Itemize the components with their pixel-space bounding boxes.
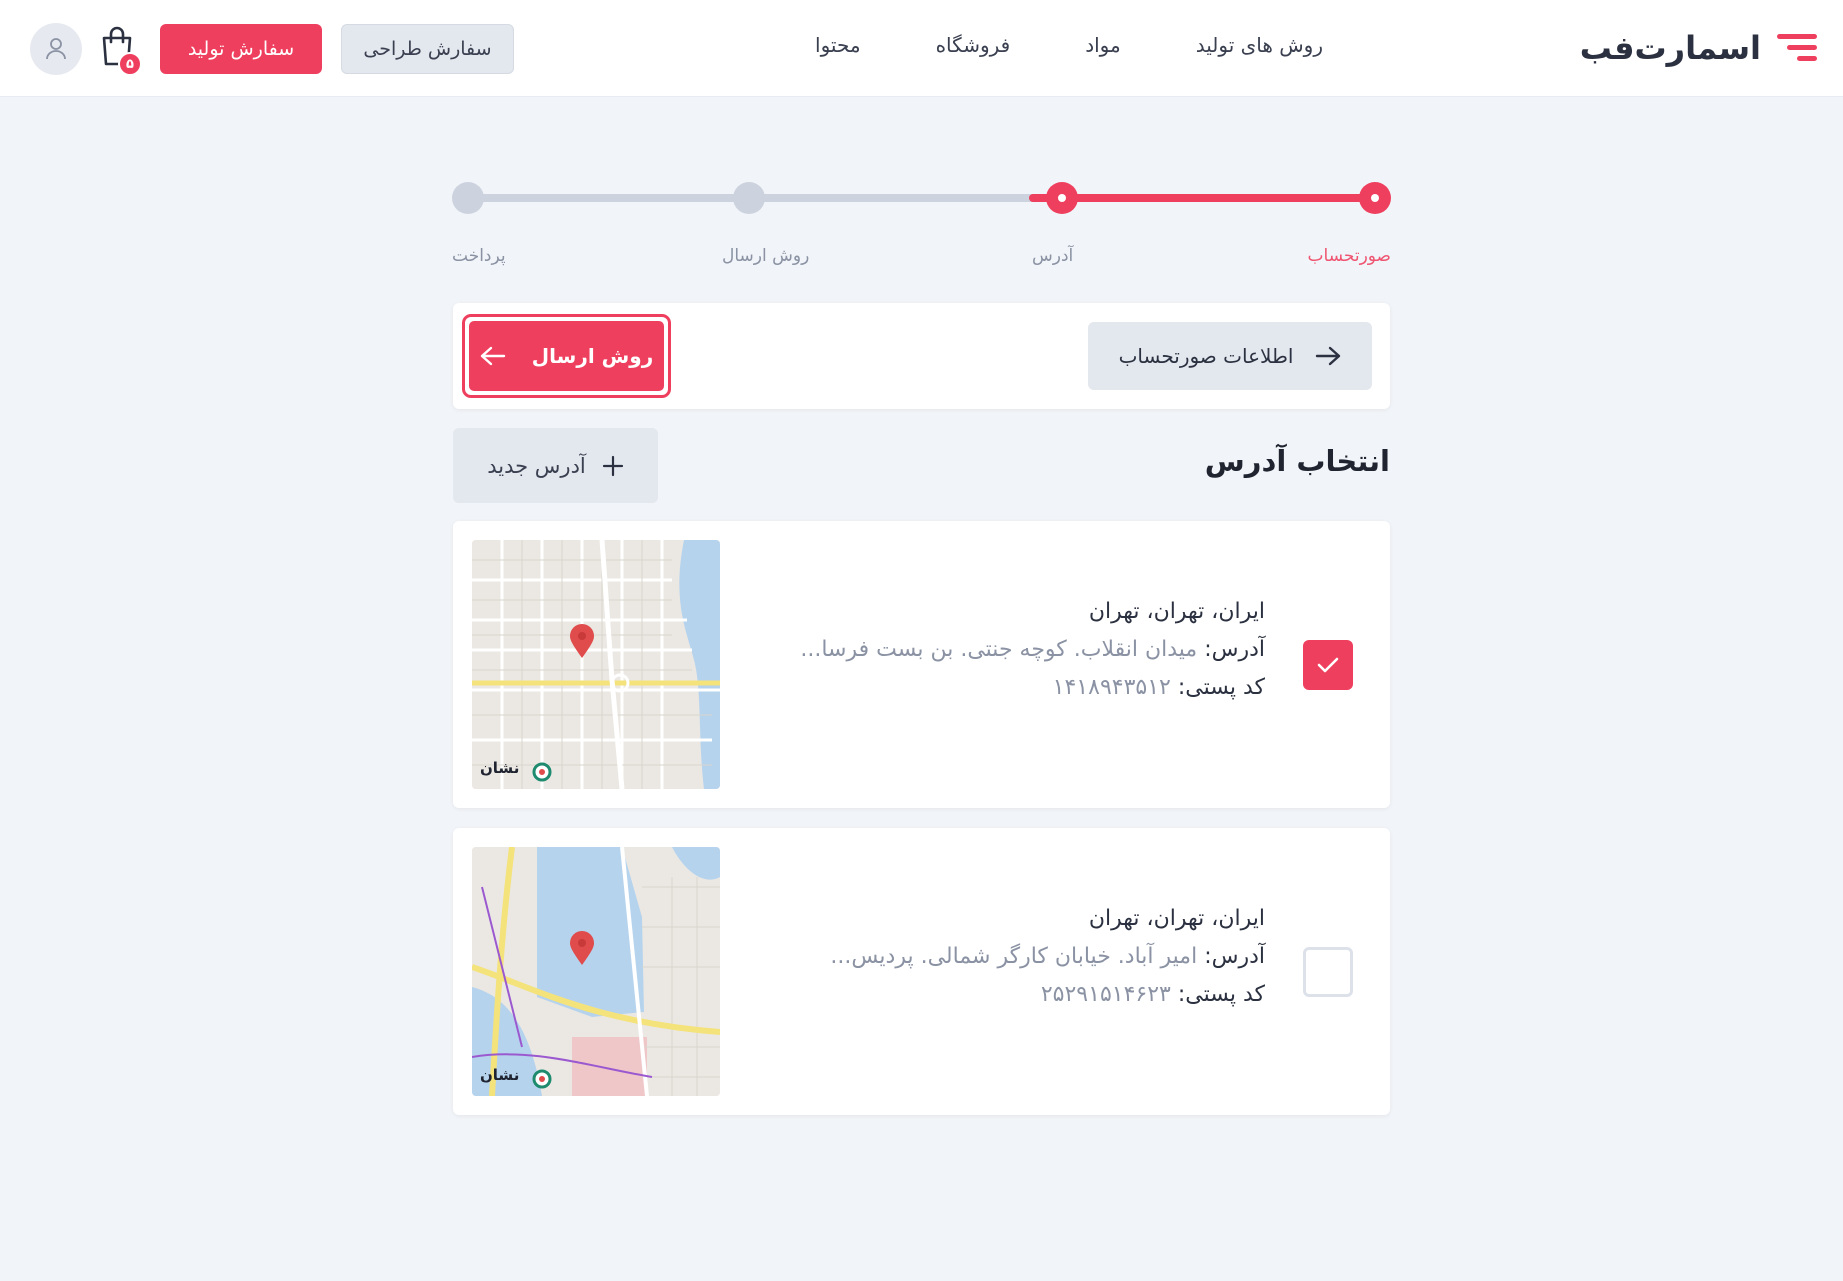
cart-button[interactable]: ۵ (98, 24, 142, 76)
address-details: ایران، تهران، تهران آدرس: میدان انقلاب. … (800, 599, 1265, 713)
map-brand-watermark: نشان (480, 1066, 520, 1084)
address-line: آدرس: امیر آباد. خیابان کارگر شمالی. پرد… (830, 944, 1265, 969)
user-icon (46, 38, 66, 60)
postal-line: کد پستی: ۲۵۲۹۱۵۱۴۶۲۳ (830, 982, 1265, 1007)
postal-label: کد پستی: (1177, 675, 1265, 700)
next-button-label: روش ارسال (531, 344, 654, 368)
map-brand-watermark: نشان (480, 759, 520, 777)
address-value: میدان انقلاب. کوچه جنتی. بن بست فرسا... (800, 637, 1198, 662)
step-label-address: آدرس (1032, 246, 1074, 266)
design-order-button[interactable]: سفارش طراحی (341, 24, 514, 74)
stepper-progress (1029, 194, 1375, 202)
step-navigation-bar: اطلاعات صورتحساب روش ارسال (453, 303, 1390, 409)
address-city: ایران، تهران، تهران (1088, 906, 1265, 931)
back-to-billing-button[interactable]: اطلاعات صورتحساب (1088, 322, 1372, 390)
nav-item-shop[interactable]: فروشگاه (936, 33, 1011, 57)
address-details: ایران، تهران، تهران آدرس: امیر آباد. خیا… (830, 906, 1265, 1020)
next-button-focus-ring: روش ارسال (462, 314, 671, 398)
logo-text: اسمارت‌فب (1579, 29, 1762, 67)
address-select-checkbox[interactable] (1303, 640, 1353, 690)
nav-item-production-methods[interactable]: روش های تولید (1196, 33, 1323, 57)
step-label-shipping: روش ارسال (722, 246, 810, 266)
step-dot-address[interactable] (1046, 182, 1078, 214)
postal-label: کد پستی: (1177, 982, 1265, 1007)
step-label-billing: صورتحساب (1307, 246, 1391, 266)
step-dot-billing[interactable] (1359, 182, 1391, 214)
checkout-stepper: صورتحساب آدرس روش ارسال پرداخت (452, 176, 1391, 276)
address-card[interactable]: ایران، تهران، تهران آدرس: میدان انقلاب. … (453, 521, 1390, 808)
postal-line: کد پستی: ۱۴۱۸۹۴۳۵۱۲ (800, 675, 1265, 700)
add-address-button[interactable]: آدرس جدید (453, 428, 658, 503)
address-map-thumbnail: نشان (472, 540, 720, 789)
arrow-right-icon (1316, 346, 1341, 366)
address-label: آدرس: (1204, 944, 1265, 969)
step-dot-payment[interactable] (452, 182, 484, 214)
cart-count-badge: ۵ (118, 52, 142, 76)
address-label: آدرس: (1204, 637, 1265, 662)
next-shipping-button[interactable]: روش ارسال (469, 321, 664, 391)
address-value: امیر آباد. خیابان کارگر شمالی. پردیس... (830, 944, 1198, 969)
plus-icon (602, 455, 623, 476)
address-card[interactable]: ایران، تهران، تهران آدرس: امیر آباد. خیا… (453, 828, 1390, 1115)
logo[interactable]: اسمارت‌فب (1580, 24, 1817, 72)
page-title: انتخاب آدرس (1204, 444, 1390, 478)
main-nav: روش های تولید مواد فروشگاه محتوا (815, 0, 1323, 90)
address-select-checkbox[interactable] (1303, 947, 1353, 997)
address-city: ایران، تهران، تهران (1088, 599, 1265, 624)
arrow-left-icon (480, 346, 505, 366)
nav-item-content[interactable]: محتوا (815, 33, 861, 57)
address-map-thumbnail: نشان (472, 847, 720, 1096)
postal-value: ۱۴۱۸۹۴۳۵۱۲ (1052, 675, 1171, 700)
production-order-button[interactable]: سفارش تولید (160, 24, 322, 74)
address-line: آدرس: میدان انقلاب. کوچه جنتی. بن بست فر… (800, 637, 1265, 662)
step-label-payment: پرداخت (452, 246, 506, 266)
user-avatar[interactable] (30, 23, 82, 75)
top-navbar: اسمارت‌فب روش های تولید مواد فروشگاه محت… (0, 0, 1843, 97)
check-icon (1317, 657, 1339, 673)
add-address-label: آدرس جدید (487, 453, 586, 478)
back-button-label: اطلاعات صورتحساب (1118, 344, 1294, 368)
step-dot-shipping[interactable] (733, 182, 765, 214)
postal-value: ۲۵۲۹۱۵۱۴۶۲۳ (1040, 982, 1171, 1007)
logo-mark-icon (1773, 30, 1817, 66)
nav-item-materials[interactable]: مواد (1085, 33, 1121, 57)
